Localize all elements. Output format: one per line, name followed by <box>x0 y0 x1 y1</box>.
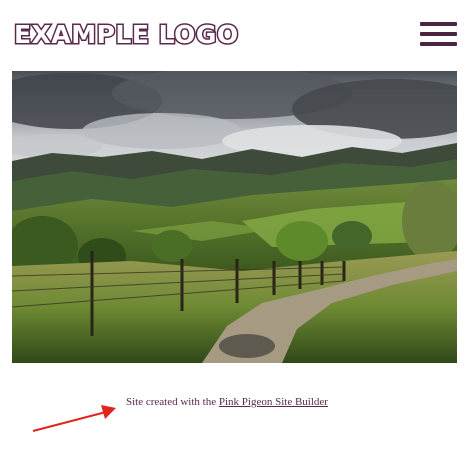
hero-landscape-image <box>12 71 457 363</box>
menu-bar <box>420 32 457 36</box>
footer-credit: Site created with the Pink Pigeon Site B… <box>126 396 328 408</box>
site-logo[interactable]: EXAMPLE LOGO <box>13 18 240 52</box>
red-arrow-icon <box>32 405 116 432</box>
site-builder-link[interactable]: Pink Pigeon Site Builder <box>219 396 328 408</box>
hamburger-menu-icon[interactable] <box>420 22 458 48</box>
menu-bar <box>420 42 457 46</box>
menu-bar <box>420 22 457 26</box>
site-header: EXAMPLE LOGO <box>0 0 468 70</box>
footer-credit-prefix: Site created with the <box>126 396 219 408</box>
